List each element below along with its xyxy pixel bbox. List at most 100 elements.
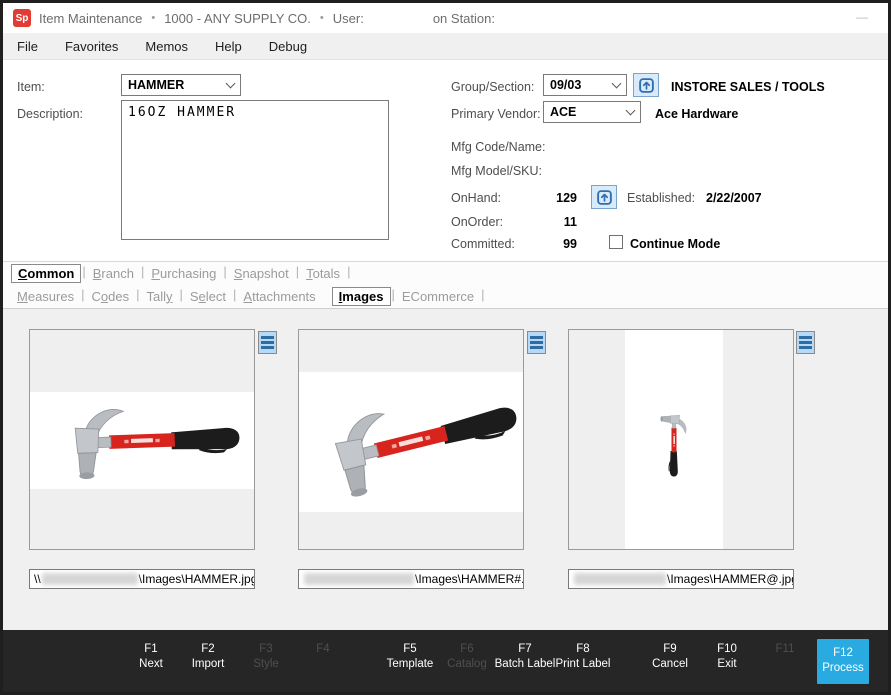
tab-separator: | [296,264,299,279]
tab-separator: | [82,264,85,279]
tab-separator: | [81,287,84,302]
hammer-image [298,351,524,533]
station-label: on Station: [433,11,495,26]
app-logo-icon: Sp [13,9,31,27]
chevron-down-icon [612,79,622,89]
group-section-name: INSTORE SALES / TOOLS [671,80,825,94]
menu-debug[interactable]: Debug [269,39,307,54]
tab-select[interactable]: Select [184,288,232,305]
group-section-dropdown[interactable]: 09/03 [543,74,627,96]
menu-favorites[interactable]: Favorites [65,39,118,54]
group-section-label: Group/Section: [451,80,534,94]
tab-snapshot[interactable]: Snapshot [228,265,295,282]
primary-vendor-label: Primary Vendor: [451,107,541,121]
menu-file[interactable]: File [17,39,38,54]
menu-memos[interactable]: Memos [145,39,188,54]
mfg-code-label: Mfg Code/Name: [451,140,545,154]
title-bar: Sp Item Maintenance • 1000 - ANY SUPPLY … [3,3,888,33]
primary-tabs: Common| Branch| Purchasing| Snapshot| To… [3,261,888,284]
primary-vendor-dropdown[interactable]: ACE [543,101,641,123]
images-tab-content: \\ \Images\HAMMER.jpg ··· \Images\HAMMER… [3,308,888,630]
path-prefix: \\ [34,572,41,586]
tab-separator: | [179,287,182,302]
image-menu-button-2[interactable] [527,331,546,354]
tab-branch[interactable]: Branch [87,265,140,282]
path-text: \Images\HAMMER.jpg [139,572,255,586]
hammer-photo-1 [30,392,254,489]
established-value: 2/22/2007 [706,191,762,205]
chevron-down-icon [626,106,636,116]
tab-images[interactable]: Images [332,287,391,306]
title-separator: • [320,12,324,24]
tab-separator: | [141,264,144,279]
user-label: User: [333,11,364,26]
tab-tally[interactable]: Tally [140,288,178,305]
app-window: Sp Item Maintenance • 1000 - ANY SUPPLY … [0,0,891,695]
company-name: 1000 - ANY SUPPLY CO. [164,11,311,26]
group-section-value: 09/03 [550,78,581,92]
onhand-value: 129 [525,191,577,205]
image-path-field-2[interactable]: \Images\HAMMER#.jpg ··· [298,569,524,589]
item-dropdown[interactable]: HAMMER [121,74,241,96]
description-label: Description: [17,107,83,121]
minimize-button[interactable]: — [854,9,870,25]
tab-separator: | [223,264,226,279]
fn-f12-process[interactable]: F12Process [817,639,869,684]
fn-f8-print-label[interactable]: F8Print Label [541,642,625,672]
tab-separator: | [481,287,484,302]
path-text: \Images\HAMMER@.jpg [667,572,794,586]
fn-f11: F11 [743,642,827,657]
fn-f4: F4 [281,642,365,657]
menu-help[interactable]: Help [215,39,242,54]
onhand-label: OnHand: [451,191,501,205]
image-menu-button-1[interactable] [258,331,277,354]
image-menu-button-3[interactable] [796,331,815,354]
item-value: HAMMER [128,78,184,92]
hammer-photo-3 [625,330,723,549]
menu-bar: File Favorites Memos Help Debug [3,33,888,60]
image-path-field-3[interactable]: \Images\HAMMER@.jpg ··· [568,569,794,589]
hammer-image [588,400,760,479]
primary-vendor-name: Ace Hardware [655,107,738,121]
tab-measures[interactable]: Measures [11,288,80,305]
committed-label: Committed: [451,237,515,251]
image-panel-2[interactable] [298,329,524,550]
item-form: Item: HAMMER Description: 16OZ HAMMER Gr… [3,60,888,261]
secondary-tabs: Measures| Codes| Tally| Select| Attachme… [3,284,888,308]
redacted-server-name [574,573,666,585]
app-title: Item Maintenance [39,11,142,26]
tab-purchasing[interactable]: Purchasing [145,265,222,282]
established-label: Established: [627,191,695,205]
onhand-open-button[interactable] [591,185,617,209]
mfg-model-label: Mfg Model/SKU: [451,164,542,178]
continue-mode-label: Continue Mode [630,237,720,251]
redacted-server-name [304,573,414,585]
open-record-icon [638,77,655,94]
tab-totals[interactable]: Totals [300,265,346,282]
path-text: \Images\HAMMER#.jpg [415,572,524,586]
continue-mode-checkbox[interactable] [609,235,623,249]
function-key-bar: F1Next F2Import F3Style F4 F5Template F6… [3,630,888,695]
tab-separator: | [136,287,139,302]
tab-separator: | [392,287,395,302]
onorder-label: OnOrder: [451,215,503,229]
description-field[interactable]: 16OZ HAMMER [121,100,389,240]
redacted-server-name [42,573,138,585]
open-record-icon [596,189,613,206]
image-panel-1[interactable] [29,329,255,550]
tab-attachments[interactable]: Attachments [237,288,321,305]
tab-ecommerce[interactable]: ECommerce [396,288,480,305]
title-separator: • [151,12,155,24]
image-panel-3[interactable] [568,329,794,550]
tab-common[interactable]: Common [11,264,81,283]
group-open-button[interactable] [633,73,659,97]
hamburger-menu-icon [799,336,812,339]
hamburger-menu-icon [530,336,543,339]
image-path-field-1[interactable]: \\ \Images\HAMMER.jpg ··· [29,569,255,589]
hammer-photo-2 [299,372,523,512]
item-label: Item: [17,80,45,94]
chevron-down-icon [226,79,236,89]
tab-codes[interactable]: Codes [85,288,135,305]
tab-separator: | [347,264,350,279]
committed-value: 99 [525,237,577,251]
